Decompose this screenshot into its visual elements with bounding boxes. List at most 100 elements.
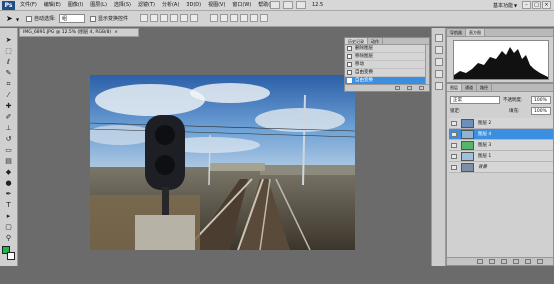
distribute-hcenter-icon[interactable] [250, 14, 258, 22]
document-tab-title: IMG_6891.JPG @ 12.5% (图层 4, RGB/8) [23, 30, 112, 35]
distribute-vcenter-icon[interactable] [220, 14, 228, 22]
fill-label: 填充: [509, 109, 520, 114]
type-tool-icon[interactable]: T [3, 201, 14, 210]
new-document-from-state-icon[interactable] [395, 86, 400, 90]
layer-row[interactable]: 图层 2 [449, 118, 553, 129]
menu-edit[interactable]: 编辑(E) [44, 2, 61, 9]
shape-tool-icon[interactable]: ▢ [3, 223, 14, 232]
tab-actions[interactable]: 动作 [368, 38, 383, 44]
menu-filter[interactable]: 滤镜(T) [138, 2, 155, 9]
hand-tool-button[interactable] [296, 1, 306, 9]
tab-history[interactable]: 历史记录 [345, 38, 368, 44]
delete-state-icon[interactable] [419, 86, 424, 90]
fill-input[interactable]: 100% [531, 107, 551, 115]
tab-layers[interactable]: 图层 [447, 84, 462, 91]
lasso-tool-icon[interactable]: ℓ [3, 58, 14, 67]
healing-brush-tool-icon[interactable]: ✚ [3, 102, 14, 111]
menu-3d[interactable]: 3D(D) [186, 2, 201, 9]
auto-select-checkbox[interactable] [26, 16, 32, 22]
path-select-tool-icon[interactable]: ▸ [3, 212, 14, 221]
layer-row[interactable]: 图层 1 [449, 151, 553, 162]
delete-layer-icon[interactable] [537, 259, 543, 264]
layer-mask-icon[interactable] [501, 259, 507, 264]
history-state[interactable]: 移动 [345, 61, 429, 69]
brush-tool-icon[interactable]: ✐ [3, 113, 14, 122]
move-tool-icon[interactable]: ➤ [3, 36, 14, 45]
menu-file[interactable]: 文件(F) [20, 2, 37, 9]
menu-analysis[interactable]: 分析(A) [162, 2, 179, 9]
adjustment-layer-icon[interactable] [513, 259, 519, 264]
distribute-top-icon[interactable] [210, 14, 218, 22]
visibility-eye-icon[interactable] [451, 143, 457, 148]
workspace-switcher[interactable]: 基本功能 [493, 2, 517, 9]
align-bottom-icon[interactable] [160, 14, 168, 22]
tool-preset-dropdown-icon[interactable]: ▼ [16, 17, 19, 22]
crop-tool-icon[interactable]: ⌗ [3, 80, 14, 89]
layer-style-icon[interactable] [489, 259, 495, 264]
marquee-tool-icon[interactable]: ⬚ [3, 47, 14, 56]
align-right-icon[interactable] [190, 14, 198, 22]
minibridge-button[interactable] [283, 1, 293, 9]
menu-select[interactable]: 选择(S) [114, 2, 131, 9]
visibility-eye-icon[interactable] [451, 132, 457, 137]
tab-paths[interactable]: 路径 [477, 84, 492, 91]
blend-mode-select[interactable]: 正常 [450, 96, 500, 104]
tab-histogram[interactable]: 直方图 [466, 29, 485, 36]
tab-navigator[interactable]: 导航器 [447, 29, 466, 36]
new-group-icon[interactable] [525, 259, 531, 264]
visibility-eye-icon[interactable] [451, 165, 457, 170]
eyedropper-tool-icon[interactable]: ⁄ [3, 91, 14, 100]
history-state[interactable]: 自由变换 [345, 69, 429, 77]
align-hcenter-icon[interactable] [180, 14, 188, 22]
bridge-button[interactable] [270, 1, 280, 9]
menu-image[interactable]: 图像(I) [68, 2, 83, 9]
distribute-left-icon[interactable] [240, 14, 248, 22]
dock-panel-icon[interactable] [435, 70, 443, 78]
distribute-right-icon[interactable] [260, 14, 268, 22]
visibility-eye-icon[interactable] [451, 154, 457, 159]
tab-channels[interactable]: 通道 [462, 84, 477, 91]
menu-layer[interactable]: 图层(L) [90, 2, 107, 9]
zoom-level[interactable]: 12.5 [312, 2, 323, 8]
layer-row-selected[interactable]: 图层 4 [449, 129, 553, 140]
minimize-button[interactable]: – [522, 1, 531, 9]
blur-tool-icon[interactable]: ◆ [3, 168, 14, 177]
background-color-swatch[interactable] [7, 252, 15, 260]
maximize-button[interactable]: □ [532, 1, 541, 9]
close-button[interactable]: × [542, 1, 551, 9]
opacity-input[interactable]: 100% [531, 96, 551, 104]
new-snapshot-icon[interactable] [407, 86, 412, 90]
close-tab-icon[interactable]: × [114, 30, 118, 35]
layer-row[interactable]: 背景 [449, 162, 553, 173]
pen-tool-icon[interactable]: ✒ [3, 190, 14, 199]
move-tool-icon[interactable]: ➤ [6, 15, 13, 23]
document-tab[interactable]: IMG_6891.JPG @ 12.5% (图层 4, RGB/8) × [19, 28, 139, 37]
auto-select-label: 自动选择: [34, 16, 56, 22]
align-vcenter-icon[interactable] [150, 14, 158, 22]
dock-panel-icon[interactable] [435, 58, 443, 66]
eraser-tool-icon[interactable]: ▭ [3, 146, 14, 155]
visibility-eye-icon[interactable] [451, 121, 457, 126]
dodge-tool-icon[interactable]: ● [3, 179, 14, 188]
dock-panel-icon[interactable] [435, 46, 443, 54]
show-transform-checkbox[interactable] [90, 16, 96, 22]
history-scrollbar[interactable] [425, 45, 429, 85]
dock-panel-icon[interactable] [435, 82, 443, 90]
history-state[interactable]: 删除图层 [345, 45, 429, 53]
gradient-tool-icon[interactable]: ▤ [3, 157, 14, 166]
canvas-photo[interactable] [90, 75, 355, 250]
link-layers-icon[interactable] [477, 259, 483, 264]
quick-select-tool-icon[interactable]: ✎ [3, 69, 14, 78]
history-state[interactable]: 移除图层 [345, 53, 429, 61]
distribute-bottom-icon[interactable] [230, 14, 238, 22]
history-brush-tool-icon[interactable]: ↺ [3, 135, 14, 144]
auto-select-dropdown[interactable]: 组 [59, 14, 85, 23]
zoom-tool-icon[interactable]: ⚲ [3, 234, 14, 243]
clone-stamp-tool-icon[interactable]: ⊥ [3, 124, 14, 133]
menu-view[interactable]: 视图(V) [208, 2, 225, 9]
align-left-icon[interactable] [170, 14, 178, 22]
dock-panel-icon[interactable] [435, 34, 443, 42]
align-top-icon[interactable] [140, 14, 148, 22]
layer-row[interactable]: 图层 3 [449, 140, 553, 151]
menu-window[interactable]: 窗口(W) [232, 2, 251, 9]
